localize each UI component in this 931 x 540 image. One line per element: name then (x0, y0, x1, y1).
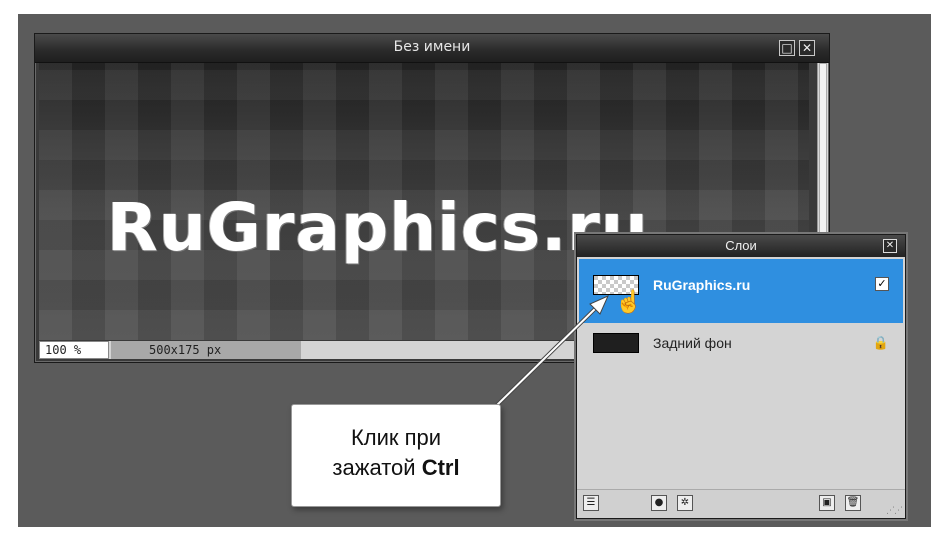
callout-key: Ctrl (421, 455, 460, 480)
callout-box: Клик при зажатой Ctrl (291, 404, 501, 507)
callout-line2: зажатой Ctrl (292, 455, 500, 481)
callout-line1: Клик при (350, 425, 442, 450)
callout-line2-prefix: зажатой (332, 455, 422, 480)
